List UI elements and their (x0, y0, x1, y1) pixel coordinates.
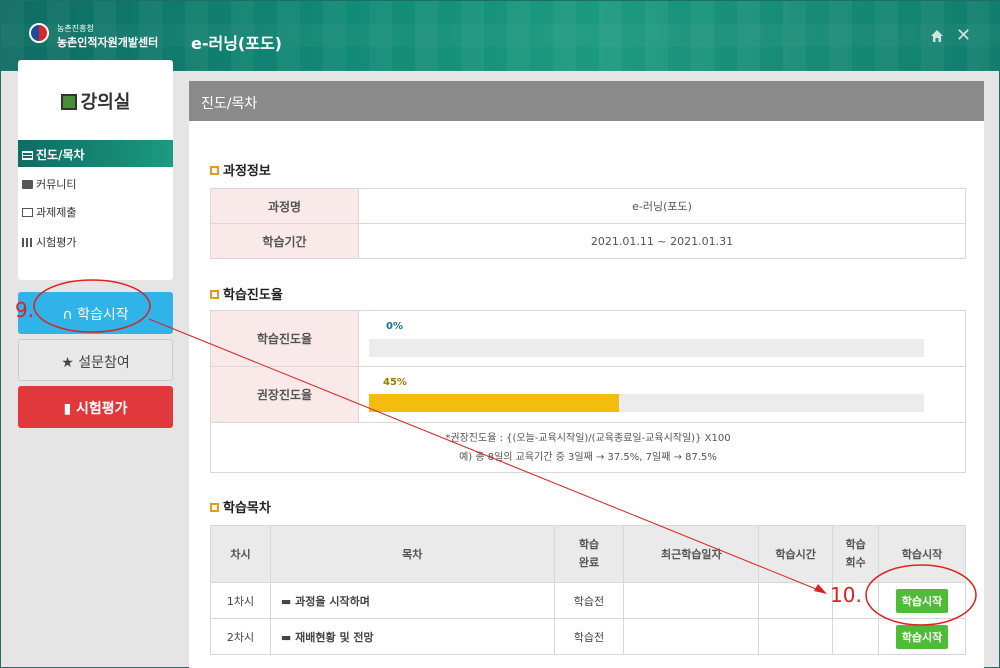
annotation-step9-label: 9. (15, 298, 35, 322)
annotation-circle-step9 (33, 279, 151, 333)
annotation-circle-step10 (865, 564, 977, 626)
app-frame: 농촌진흥청 농촌인적자원개발센터 e-러닝(포도) ✕ 강의실 진도/목차 커뮤… (0, 0, 1000, 668)
annotation-step10-label: 10. (830, 583, 862, 607)
annotation-arrow-line (148, 318, 822, 592)
annotation-arrow-head (814, 584, 827, 594)
annotation-overlay (33, 279, 977, 626)
